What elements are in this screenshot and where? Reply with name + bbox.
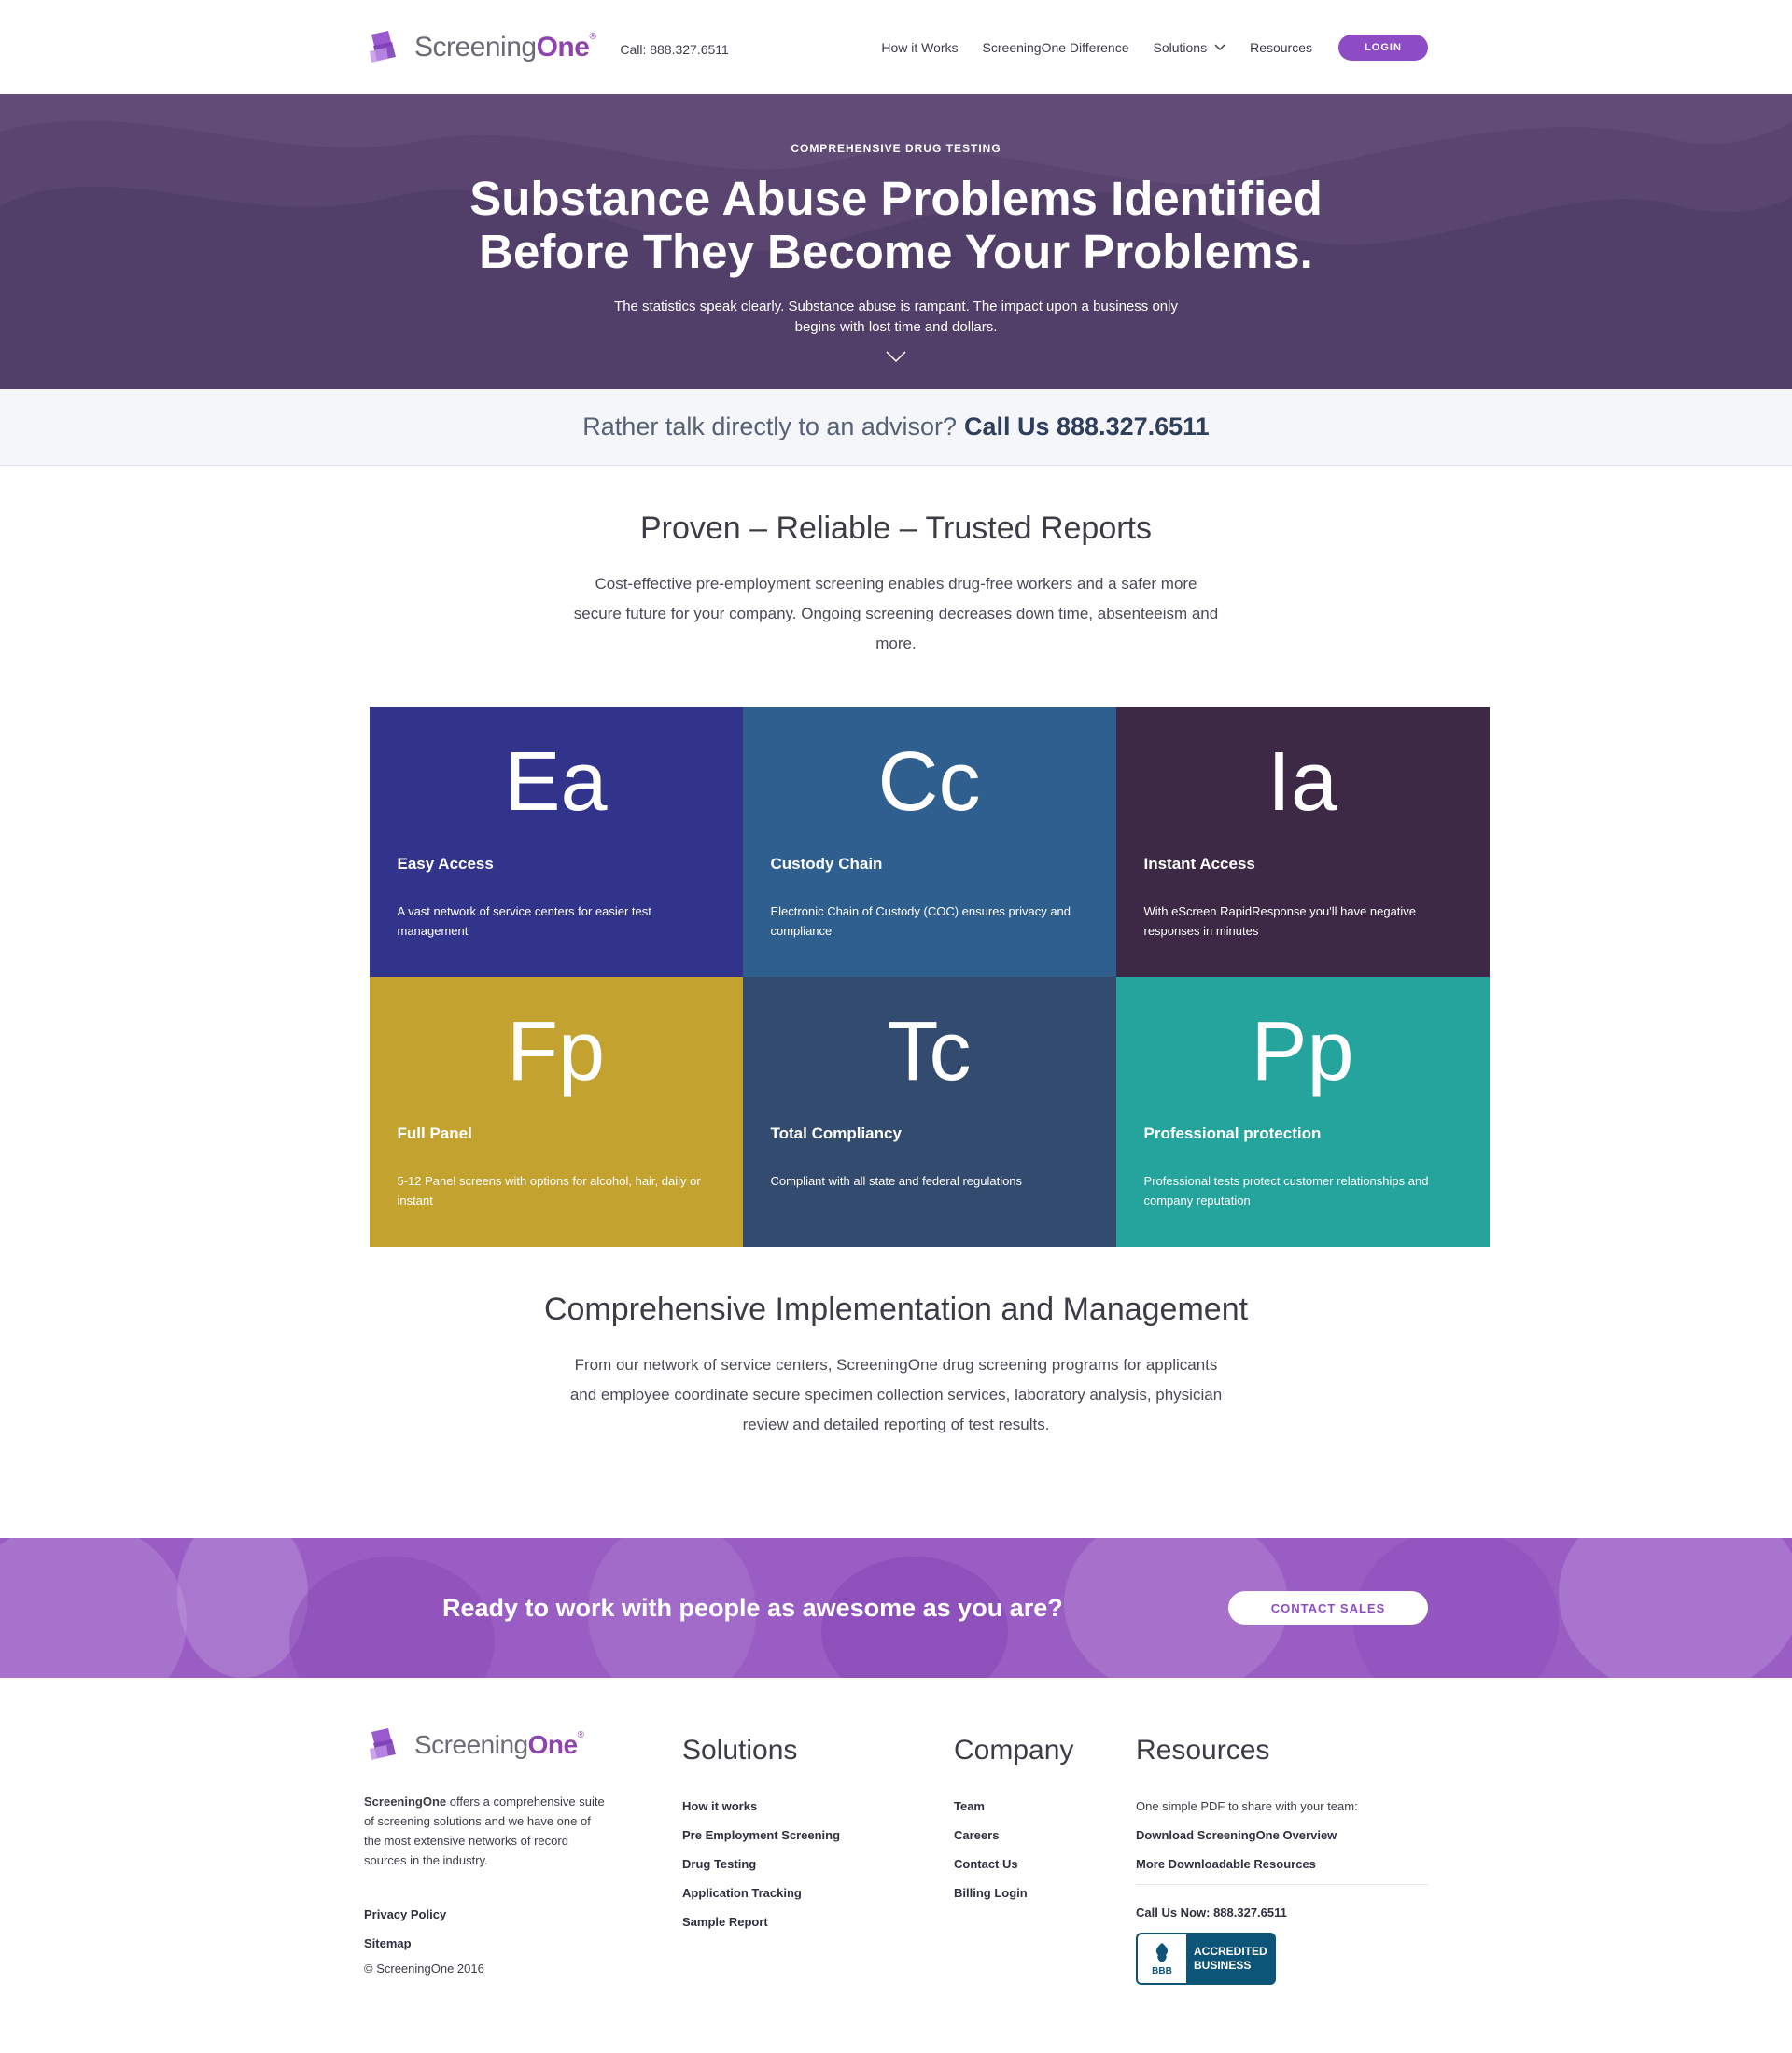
tile-total-compliancy: Tc Total Compliancy Compliant with all s… — [742, 977, 1116, 1247]
footer-divider — [1136, 1884, 1428, 1885]
nav-screeningone-difference[interactable]: ScreeningOne Difference — [983, 40, 1129, 55]
nav-resources[interactable]: Resources — [1250, 40, 1312, 55]
footer-call-now[interactable]: Call Us Now: 888.327.6511 — [1136, 1904, 1428, 1922]
tile-name: Custody Chain — [770, 855, 883, 873]
implementation-text: From our network of service centers, Scr… — [569, 1356, 1223, 1433]
tile-abbreviation: Tc — [887, 1005, 972, 1098]
footer-link-more-resources[interactable]: More Downloadable Resources — [1136, 1855, 1428, 1874]
chevron-down-icon[interactable] — [886, 351, 906, 364]
feature-tiles: Ea Easy Access A vast network of service… — [369, 707, 1490, 1247]
bbb-logo-icon: BBB — [1138, 1934, 1186, 1983]
intro-title: Proven – Reliable – Trusted Reports — [639, 510, 1153, 546]
tile-abbreviation: Cc — [877, 735, 981, 829]
advisor-call-link[interactable]: Call Us 888.327.6511 — [964, 412, 1210, 441]
tile-name: Total Compliancy — [770, 1124, 902, 1142]
tile-name: Instant Access — [1143, 855, 1255, 873]
footer-link-application-tracking[interactable]: Application Tracking — [682, 1884, 954, 1903]
footer-link-pre-employment[interactable]: Pre Employment Screening — [682, 1826, 954, 1845]
bbb-accredited-badge[interactable]: BBB ACCREDITED BUSINESS — [1136, 1933, 1276, 1985]
footer-logo[interactable]: ScreeningOne® — [364, 1726, 682, 1764]
hero-eyebrow: COMPREHENSIVE DRUG TESTING — [791, 142, 1001, 155]
footer-resources-heading: Resources — [1136, 1735, 1270, 1766]
tile-full-panel: Fp Full Panel 5-12 Panel screens with op… — [369, 977, 743, 1247]
intro-text: Cost-effective pre-employment screening … — [573, 575, 1219, 652]
nav-solutions-label: Solutions — [1153, 39, 1208, 55]
footer-link-billing-login[interactable]: Billing Login — [954, 1884, 1136, 1903]
tile-abbreviation: Ea — [504, 735, 608, 829]
bbb-mark: BBB — [1152, 1965, 1172, 1976]
footer-link-sample-report[interactable]: Sample Report — [682, 1913, 954, 1932]
footer-solutions-column: Solutions How it works Pre Employment Sc… — [682, 1726, 954, 1985]
footer-sitemap-link[interactable]: Sitemap — [364, 1934, 682, 1953]
tile-description: With eScreen RapidResponse you'll have n… — [1143, 904, 1417, 938]
footer-company-column: Company Team Careers Contact Us Billing … — [954, 1726, 1136, 1985]
nav-how-it-works[interactable]: How it Works — [881, 40, 958, 55]
logo-main-text: Screening — [414, 31, 537, 63]
header-phone[interactable]: Call: 888.327.6511 — [620, 42, 729, 57]
contact-sales-button[interactable]: CONTACT SALES — [1228, 1591, 1428, 1625]
tile-name: Professional protection — [1143, 1124, 1322, 1142]
tile-abbreviation: Ia — [1267, 735, 1338, 829]
tile-description: Electronic Chain of Custody (COC) ensure… — [770, 904, 1071, 938]
intro-section: Proven – Reliable – Trusted Reports Cost… — [0, 466, 1792, 659]
tile-name: Easy Access — [397, 855, 494, 873]
footer-company-heading: Company — [954, 1735, 1074, 1766]
tile-professional-protection: Pp Professional protection Professional … — [1115, 977, 1490, 1247]
logo-mark-icon — [370, 30, 396, 63]
footer-about-column: ScreeningOne® ScreeningOne offers a comp… — [364, 1726, 682, 1985]
implementation-section: Comprehensive Implementation and Managem… — [0, 1247, 1792, 1440]
logo-main-text: Screening — [414, 1730, 528, 1759]
footer-link-team[interactable]: Team — [954, 1797, 1136, 1816]
footer-link-careers[interactable]: Careers — [954, 1826, 1136, 1845]
implementation-title: Comprehensive Implementation and Managem… — [543, 1292, 1249, 1327]
logo-registered-mark: ® — [577, 1730, 584, 1740]
site-header: ScreeningOne® Call: 888.327.6511 How it … — [0, 0, 1792, 94]
cta-headline: Ready to work with people as awesome as … — [442, 1593, 1063, 1622]
logo-mark-icon — [370, 1728, 396, 1760]
tile-easy-access: Ea Easy Access A vast network of service… — [369, 707, 743, 977]
logo-registered-mark: ® — [589, 31, 596, 42]
footer-link-contact-us[interactable]: Contact Us — [954, 1855, 1136, 1874]
footer-resources-note: One simple PDF to share with your team: — [1136, 1799, 1358, 1813]
tile-abbreviation: Pp — [1251, 1005, 1354, 1098]
footer-copyright: © ScreeningOne 2016 — [364, 1962, 484, 1976]
tile-description: A vast network of service centers for ea… — [397, 904, 651, 938]
site-logo[interactable]: ScreeningOne® — [364, 27, 596, 68]
contact-cta-banner: Ready to work with people as awesome as … — [0, 1538, 1792, 1678]
bbb-business-text: BUSINESS — [1194, 1959, 1252, 1972]
tile-name: Full Panel — [397, 1124, 472, 1142]
nav-solutions[interactable]: Solutions — [1153, 40, 1225, 55]
logo-accent-text: One — [536, 31, 590, 63]
tile-instant-access: Ia Instant Access With eScreen RapidResp… — [1115, 707, 1490, 977]
main-nav: How it Works ScreeningOne Difference Sol… — [857, 34, 1428, 61]
footer-link-how-it-works[interactable]: How it works — [682, 1797, 954, 1816]
hero-subtitle: The statistics speak clearly. Substance … — [614, 299, 1178, 335]
site-footer: ScreeningOne® ScreeningOne offers a comp… — [0, 1678, 1792, 1985]
footer-resources-column: Resources One simple PDF to share with y… — [1136, 1726, 1428, 1985]
footer-privacy-link[interactable]: Privacy Policy — [364, 1906, 682, 1924]
advisor-prompt: Rather talk directly to an advisor? — [582, 412, 957, 440]
tile-abbreviation: Fp — [506, 1005, 606, 1098]
tile-custody-chain: Cc Custody Chain Electronic Chain of Cus… — [742, 707, 1116, 977]
hero-banner: COMPREHENSIVE DRUG TESTING Substance Abu… — [0, 94, 1792, 389]
bbb-accredited-text: ACCREDITED — [1194, 1945, 1267, 1958]
footer-about-brand: ScreeningOne — [364, 1795, 447, 1809]
hero-title: Substance Abuse Problems Identified Befo… — [469, 172, 1323, 278]
chevron-down-icon — [1214, 43, 1225, 50]
advisor-call-bar: Rather talk directly to an advisor? Call… — [0, 389, 1792, 466]
tile-description: 5-12 Panel screens with options for alco… — [397, 1174, 701, 1208]
footer-solutions-heading: Solutions — [682, 1735, 798, 1766]
logo-accent-text: One — [527, 1730, 578, 1759]
footer-about-text: ScreeningOne offers a comprehensive suit… — [364, 1792, 607, 1870]
login-button[interactable]: LOGIN — [1338, 34, 1428, 61]
footer-link-drug-testing[interactable]: Drug Testing — [682, 1855, 954, 1874]
tile-description: Compliant with all state and federal reg… — [770, 1174, 1023, 1188]
tile-description: Professional tests protect customer rela… — [1143, 1174, 1429, 1208]
bbb-torch-icon — [1155, 1942, 1169, 1962]
footer-link-download-overview[interactable]: Download ScreeningOne Overview — [1136, 1826, 1428, 1845]
